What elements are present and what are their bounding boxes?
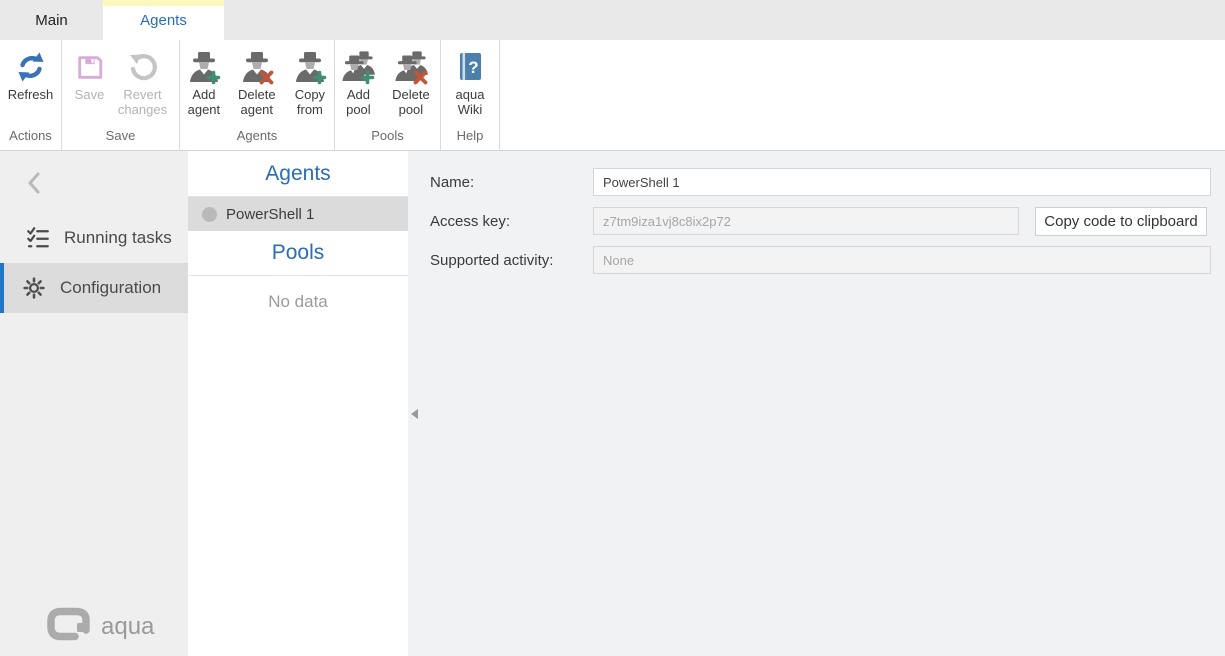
aqua-brand: aqua	[46, 607, 154, 646]
ribbon-button-label: Copy from	[289, 87, 331, 117]
copy-from-button[interactable]: Copy from	[286, 45, 334, 117]
agent-plus-icon	[185, 49, 223, 85]
ribbon: Refresh Actions Save	[0, 40, 1225, 151]
add-pool-button[interactable]: Add pool	[335, 45, 382, 117]
ribbon-group-label: Actions	[0, 124, 61, 150]
sidebar-item-label: Configuration	[60, 278, 161, 298]
pool-delete-icon	[392, 49, 430, 85]
agent-list-item-powershell-1[interactable]: PowerShell 1	[188, 197, 408, 231]
ribbon-group-label: Agents	[180, 124, 334, 150]
pools-list-header: Pools	[188, 231, 408, 276]
sidebar-item-running-tasks[interactable]: Running tasks	[0, 213, 188, 263]
aqua-logo-text: aqua	[101, 613, 154, 641]
agent-details-panel: Name: Access key: Copy code to clipboard…	[408, 151, 1225, 656]
agent-copy-icon	[291, 49, 329, 85]
name-label: Name:	[430, 174, 593, 191]
ribbon-group-label: Pools	[335, 124, 440, 150]
supported-activity-label: Supported activity:	[430, 252, 593, 269]
gear-icon	[22, 276, 46, 300]
chevron-left-icon	[22, 184, 46, 201]
ribbon-button-label: Refresh	[8, 87, 54, 102]
ribbon-button-label: Add agent	[183, 87, 225, 117]
pool-plus-icon	[339, 49, 377, 85]
ribbon-button-label: Delete agent	[231, 87, 283, 117]
sidebar-collapse-button[interactable]	[22, 169, 46, 197]
ribbon-group-pools: Add pool Delete pool Pools	[335, 40, 441, 150]
ribbon-group-help: ? aqua Wiki Help	[441, 40, 500, 150]
ribbon-button-label: Delete pool	[385, 87, 437, 117]
svg-text:?: ?	[468, 58, 478, 77]
revert-icon	[124, 49, 162, 85]
add-agent-button[interactable]: Add agent	[180, 45, 228, 117]
tab-agents-label: Agents	[140, 12, 187, 29]
revert-changes-button: Revert changes	[112, 45, 174, 117]
ribbon-group-actions: Refresh Actions	[0, 40, 62, 150]
aqua-logo-icon	[46, 607, 92, 646]
refresh-button[interactable]: Refresh	[5, 45, 57, 102]
ribbon-group-save: Save Revert changes Save	[62, 40, 180, 150]
pools-empty-text: No data	[188, 292, 408, 312]
agents-list-header: Agents	[188, 151, 408, 197]
name-input[interactable]	[593, 168, 1211, 196]
access-key-row: Access key: Copy code to clipboard	[430, 207, 1225, 235]
refresh-icon	[12, 49, 50, 85]
ribbon-group-label: Save	[62, 124, 179, 150]
main-content: Running tasks Configuration	[0, 151, 1225, 656]
ribbon-button-label: aqua Wiki	[444, 87, 496, 117]
ribbon-button-label: Save	[75, 87, 105, 102]
agent-status-dot	[202, 207, 217, 222]
delete-agent-button[interactable]: Delete agent	[228, 45, 286, 117]
ribbon-group-label: Help	[441, 124, 499, 150]
agent-delete-icon	[238, 49, 276, 85]
tab-main[interactable]: Main	[0, 0, 103, 40]
checklist-icon	[26, 226, 50, 250]
save-icon	[71, 49, 109, 85]
agents-pools-panel: Agents PowerShell 1 Pools No data	[188, 151, 408, 656]
access-key-input	[593, 207, 1019, 235]
agent-name: PowerShell 1	[226, 206, 314, 223]
sidebar: Running tasks Configuration	[0, 151, 188, 656]
sidebar-nav: Running tasks Configuration	[0, 213, 188, 313]
access-key-label: Access key:	[430, 213, 593, 230]
active-tab-highlight	[103, 0, 224, 6]
save-button: Save	[68, 45, 112, 102]
copy-code-to-clipboard-button[interactable]: Copy code to clipboard	[1035, 207, 1207, 236]
tab-agents[interactable]: Agents	[103, 0, 224, 40]
name-row: Name:	[430, 168, 1225, 196]
wiki-book-icon: ?	[451, 49, 489, 85]
delete-pool-button[interactable]: Delete pool	[382, 45, 440, 117]
aqua-wiki-button[interactable]: ? aqua Wiki	[441, 45, 499, 117]
ribbon-button-label: Add pool	[338, 87, 379, 117]
supported-activity-input	[593, 246, 1211, 274]
sidebar-item-configuration[interactable]: Configuration	[0, 263, 188, 313]
ribbon-group-agents: Add agent Delete agent Copy from Agents	[180, 40, 335, 150]
panel-collapse-arrow-icon[interactable]	[411, 409, 418, 419]
supported-activity-row: Supported activity:	[430, 246, 1225, 274]
tab-bar: Main Agents	[0, 0, 1225, 40]
sidebar-item-label: Running tasks	[64, 228, 172, 248]
tab-main-label: Main	[35, 12, 68, 29]
ribbon-button-label: Revert changes	[115, 87, 171, 117]
